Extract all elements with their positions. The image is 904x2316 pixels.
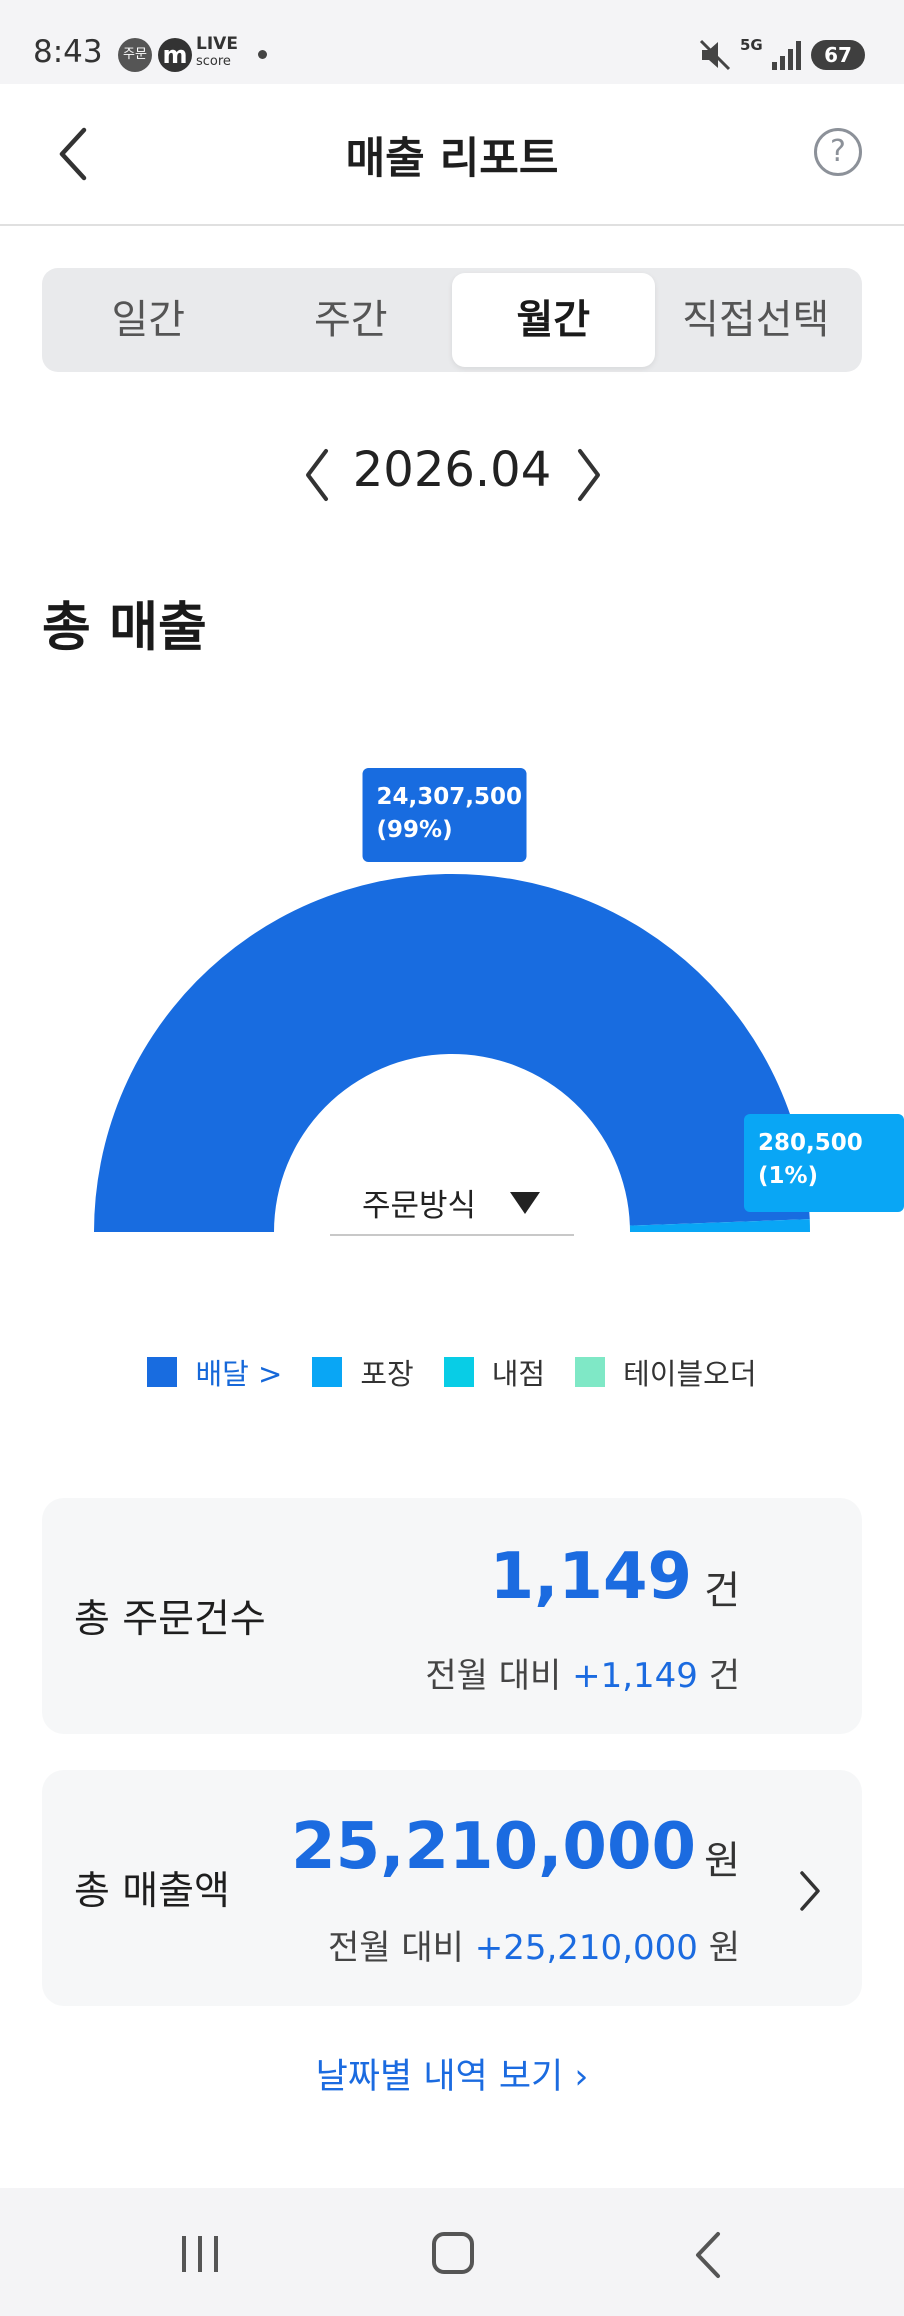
legend-label: 내점: [491, 1357, 546, 1391]
legend-label: 테이블오더: [623, 1357, 757, 1391]
total-sales-title: 총 매출: [42, 597, 207, 658]
livescore-icon: LIVE score: [196, 34, 238, 70]
recent-apps-icon[interactable]: [178, 2234, 222, 2274]
tab-weekly[interactable]: 주간: [250, 273, 453, 367]
chart-label-text: 24,307,500: [377, 784, 523, 810]
app-header: 매출 리포트 ?: [0, 84, 904, 226]
question-circle-icon[interactable]: ?: [814, 128, 862, 176]
legend-swatch: [575, 1357, 606, 1387]
orders-label: 총 주문건수: [74, 1597, 266, 1642]
chart-data-label-1: 280,500 (1%): [744, 1114, 904, 1212]
orders-unit: 건: [704, 1569, 740, 1614]
legend-swatch: [312, 1357, 343, 1387]
tab-daily[interactable]: 일간: [47, 273, 250, 367]
sales-unit: 원: [704, 1839, 740, 1884]
order-notification-icon: 주문: [118, 38, 152, 72]
signal-icon: [772, 41, 801, 70]
system-nav-bar: [0, 2188, 904, 2316]
orders-compare: 전월 대비 +1,149 건: [425, 1656, 740, 1696]
tab-custom[interactable]: 직접선택: [655, 273, 858, 367]
dropdown-label: 주문방식: [362, 1188, 477, 1224]
total-sales-card[interactable]: 총 매출액 25,210,000 원 전월 대비 +25,210,000 원: [42, 1770, 862, 2006]
daily-details-link[interactable]: 날짜별 내역 보기 ›: [0, 2048, 904, 2099]
total-orders-card: 총 주문건수 1,149 건 전월 대비 +1,149 건: [42, 1498, 862, 1734]
chart-label-box: [362, 768, 527, 862]
sales-value: 25,210,000: [291, 1810, 696, 1884]
next-month-chevron-icon[interactable]: [568, 445, 608, 505]
legend-item-delivery[interactable]: 배달 >: [147, 1350, 282, 1394]
chart-legend: 배달 > 포장 내점 테이블오더: [0, 1350, 904, 1394]
order-type-dropdown[interactable]: 주문방식: [330, 1170, 574, 1236]
chart-label-text: 280,500: [758, 1130, 863, 1156]
caret-down-icon: [510, 1192, 540, 1214]
orders-value: 1,149: [489, 1540, 692, 1614]
chart-label-text: (99%): [377, 817, 453, 843]
status-time: 8:43: [33, 34, 103, 70]
legend-label: 배달 >: [195, 1357, 283, 1391]
page-title: 매출 리포트: [345, 134, 559, 184]
chevron-right-icon[interactable]: [794, 1868, 824, 1914]
sales-compare: 전월 대비 +25,210,000 원: [327, 1928, 740, 1968]
prev-month-chevron-icon[interactable]: [298, 445, 338, 505]
m-app-icon: m: [158, 38, 192, 72]
sales-label: 총 매출액: [74, 1869, 230, 1914]
battery-icon: 67: [811, 40, 865, 70]
chart-label-text: (1%): [758, 1163, 818, 1189]
back-icon[interactable]: [690, 2230, 726, 2280]
legend-swatch: [147, 1357, 178, 1387]
mute-icon: [699, 39, 731, 71]
legend-label: 포장: [360, 1357, 414, 1391]
network-5g-icon: 5G: [740, 36, 763, 54]
legend-swatch: [443, 1357, 474, 1387]
period-tabs: 일간 주간 월간 직접선택: [42, 268, 862, 372]
legend-item-table-order: 테이블오더: [575, 1350, 757, 1394]
more-notifications-dot-icon: [258, 50, 267, 59]
period-label: 2026.04: [352, 442, 552, 498]
legend-item-takeout: 포장: [312, 1350, 414, 1394]
status-right-icons: 5G 67: [654, 30, 904, 80]
legend-item-dine-in: 내점: [443, 1350, 546, 1394]
tab-monthly[interactable]: 월간: [452, 273, 655, 367]
home-icon[interactable]: [432, 2232, 474, 2274]
status-bar: 8:43 주문 m LIVE score 5G 67: [0, 0, 904, 84]
chart-data-label-0: 24,307,500 (99%): [362, 768, 527, 862]
